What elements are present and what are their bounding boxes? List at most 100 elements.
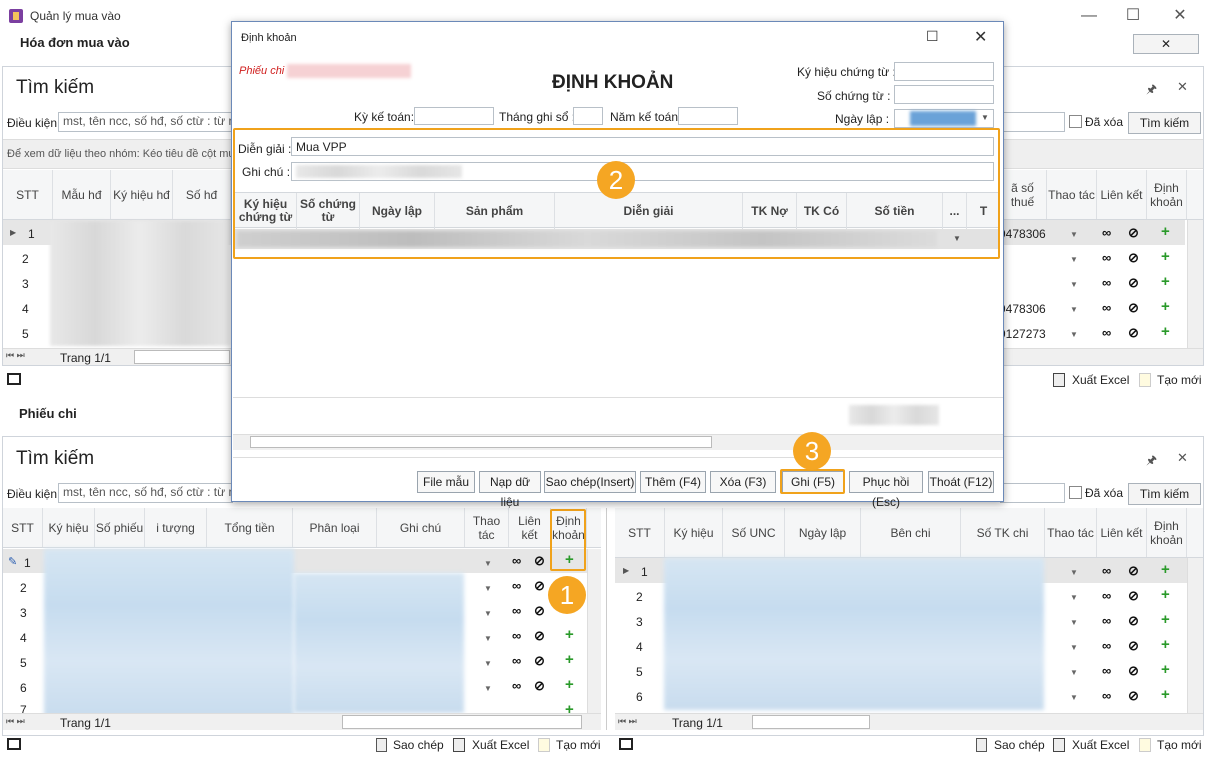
link-icon[interactable]: ∞ bbox=[512, 653, 521, 668]
expand-icon[interactable] bbox=[7, 738, 21, 750]
unlink-icon[interactable]: ⊘ bbox=[534, 553, 545, 569]
link-icon[interactable]: ∞ bbox=[1102, 250, 1111, 265]
action-dropdown-icon[interactable]: ▼ bbox=[484, 659, 492, 668]
left-export-button[interactable]: Xuất Excel bbox=[472, 738, 529, 752]
col-ky-hieu-hd[interactable]: Ký hiệu hđ bbox=[111, 170, 173, 219]
unlink-icon[interactable]: ⊘ bbox=[1128, 638, 1139, 654]
top-export-button[interactable]: Xuất Excel bbox=[1072, 373, 1129, 387]
link-icon[interactable]: ∞ bbox=[1102, 663, 1111, 678]
add-entry-icon[interactable]: + bbox=[1161, 661, 1170, 678]
action-dropdown-icon[interactable]: ▼ bbox=[1070, 568, 1078, 577]
unlink-icon[interactable]: ⊘ bbox=[1128, 588, 1139, 604]
top-grid-vscroll[interactable] bbox=[1187, 220, 1203, 348]
expand-icon[interactable] bbox=[619, 738, 633, 750]
bottom-deleted-checkbox[interactable] bbox=[1069, 486, 1082, 499]
col-stt[interactable]: STT bbox=[615, 508, 665, 557]
action-dropdown-icon[interactable]: ▼ bbox=[1070, 230, 1078, 239]
top-condition-input[interactable]: mst, tên ncc, số hđ, số ctừ : từ ngà bbox=[58, 112, 233, 132]
file-template-button[interactable]: File mẫu bbox=[417, 471, 475, 493]
ngay-lap-date-picker[interactable]: ▼ bbox=[894, 109, 994, 128]
link-icon[interactable]: ∞ bbox=[512, 628, 521, 643]
col-thao-tac[interactable]: Thao tác bbox=[1047, 170, 1097, 219]
date-dropdown-icon[interactable]: ▼ bbox=[981, 113, 989, 122]
add-entry-icon[interactable]: + bbox=[1161, 298, 1170, 315]
dialog-maximize-button[interactable]: ☐ bbox=[926, 28, 939, 45]
action-dropdown-icon[interactable]: ▼ bbox=[1070, 305, 1078, 314]
pager-nav-icon[interactable]: ⏮ ⏭ bbox=[6, 716, 25, 727]
link-icon[interactable]: ∞ bbox=[1102, 225, 1111, 240]
top-section-close-button[interactable]: ✕ bbox=[1133, 34, 1199, 54]
bottom-pin-icon[interactable]: 🖈 bbox=[1146, 451, 1157, 472]
left-hscroll-thumb[interactable] bbox=[342, 715, 582, 729]
add-entry-icon[interactable]: + bbox=[1161, 273, 1170, 290]
add-entry-icon[interactable]: + bbox=[1161, 561, 1170, 578]
top-pin-icon[interactable]: 🖈 bbox=[1146, 80, 1157, 101]
link-icon[interactable]: ∞ bbox=[512, 678, 521, 693]
ky-ke-toan-input[interactable] bbox=[414, 107, 494, 125]
bottom-search-button[interactable]: Tìm kiếm bbox=[1128, 483, 1201, 505]
add-entry-icon[interactable]: + bbox=[1161, 611, 1170, 628]
top-condition-input-extra[interactable] bbox=[1000, 112, 1065, 132]
left-copy-button[interactable]: Sao chép bbox=[393, 738, 444, 752]
col-so-phieu[interactable]: Số phiếu bbox=[95, 508, 145, 547]
add-button[interactable]: Thêm (F4) bbox=[640, 471, 706, 493]
col-doi-tuong[interactable]: i tượng bbox=[145, 508, 207, 547]
ky-hieu-ct-input[interactable] bbox=[894, 62, 994, 81]
right-copy-button[interactable]: Sao chép bbox=[994, 738, 1045, 752]
add-entry-icon[interactable]: + bbox=[565, 676, 574, 693]
dialog-hscroll-thumb[interactable] bbox=[250, 436, 712, 448]
unlink-icon[interactable]: ⊘ bbox=[1128, 300, 1139, 316]
right-grid-vscroll[interactable] bbox=[1187, 558, 1203, 713]
action-dropdown-icon[interactable]: ▼ bbox=[1070, 280, 1078, 289]
unlink-icon[interactable]: ⊘ bbox=[1128, 563, 1139, 579]
pager-nav-icon[interactable]: ⏮ ⏭ bbox=[618, 716, 637, 727]
col-dinh-khoan[interactable]: Định khoản bbox=[1147, 170, 1187, 219]
col-so-hd[interactable]: Số hđ bbox=[173, 170, 231, 219]
action-dropdown-icon[interactable]: ▼ bbox=[484, 584, 492, 593]
col-ky-hieu[interactable]: Ký hiệu bbox=[43, 508, 95, 547]
link-icon[interactable]: ∞ bbox=[1102, 638, 1111, 653]
add-entry-icon[interactable]: + bbox=[1161, 686, 1170, 703]
delete-button[interactable]: Xóa (F3) bbox=[710, 471, 776, 493]
dialog-close-button[interactable]: ✕ bbox=[974, 27, 987, 47]
col-dinh-khoan[interactable]: Định khoản bbox=[1147, 508, 1187, 557]
link-icon[interactable]: ∞ bbox=[1102, 688, 1111, 703]
link-icon[interactable]: ∞ bbox=[1102, 588, 1111, 603]
top-create-button[interactable]: Tạo mới bbox=[1157, 373, 1202, 387]
col-so-unc[interactable]: Số UNC bbox=[723, 508, 785, 557]
top-search-button[interactable]: Tìm kiếm bbox=[1128, 112, 1201, 134]
top-panel-close-icon[interactable]: ✕ bbox=[1177, 79, 1188, 95]
thang-ghi-so-input[interactable] bbox=[573, 107, 603, 125]
close-window-button[interactable]: ✕ bbox=[1157, 4, 1203, 28]
add-entry-icon[interactable]: + bbox=[1161, 586, 1170, 603]
unlink-icon[interactable]: ⊘ bbox=[1128, 613, 1139, 629]
unlink-icon[interactable]: ⊘ bbox=[1128, 325, 1139, 341]
action-dropdown-icon[interactable]: ▼ bbox=[1070, 330, 1078, 339]
add-entry-icon[interactable]: + bbox=[1161, 223, 1170, 240]
action-dropdown-icon[interactable]: ▼ bbox=[1070, 643, 1078, 652]
col-lien-ket[interactable]: Liên kết bbox=[509, 508, 551, 547]
add-entry-icon[interactable]: + bbox=[1161, 248, 1170, 265]
link-icon[interactable]: ∞ bbox=[512, 603, 521, 618]
unlink-icon[interactable]: ⊘ bbox=[534, 653, 545, 669]
col-ben-chi[interactable]: Bên chi bbox=[861, 508, 961, 557]
copy-insert-button[interactable]: Sao chép(Insert) bbox=[544, 471, 636, 493]
col-mau-hd[interactable]: Mẫu hđ bbox=[53, 170, 111, 219]
col-stt[interactable]: STT bbox=[3, 170, 53, 219]
unlink-icon[interactable]: ⊘ bbox=[534, 603, 545, 619]
link-icon[interactable]: ∞ bbox=[512, 578, 521, 593]
unlink-icon[interactable]: ⊘ bbox=[1128, 663, 1139, 679]
maximize-button[interactable]: ☐ bbox=[1110, 4, 1156, 28]
top-deleted-checkbox[interactable] bbox=[1069, 115, 1082, 128]
col-ma-so-thue[interactable]: ã số thuế bbox=[999, 170, 1047, 219]
add-entry-icon[interactable]: + bbox=[565, 651, 574, 668]
top-hscroll-thumb[interactable] bbox=[134, 350, 230, 364]
expand-icon[interactable] bbox=[7, 373, 21, 385]
restore-button[interactable]: Phục hồi (Esc) bbox=[849, 471, 923, 509]
unlink-icon[interactable]: ⊘ bbox=[1128, 275, 1139, 291]
action-dropdown-icon[interactable]: ▼ bbox=[1070, 593, 1078, 602]
so-ct-input[interactable] bbox=[894, 85, 994, 104]
unlink-icon[interactable]: ⊘ bbox=[1128, 688, 1139, 704]
col-phan-loai[interactable]: Phân loại bbox=[293, 508, 377, 547]
col-thao-tac[interactable]: Thao tác bbox=[1045, 508, 1097, 557]
